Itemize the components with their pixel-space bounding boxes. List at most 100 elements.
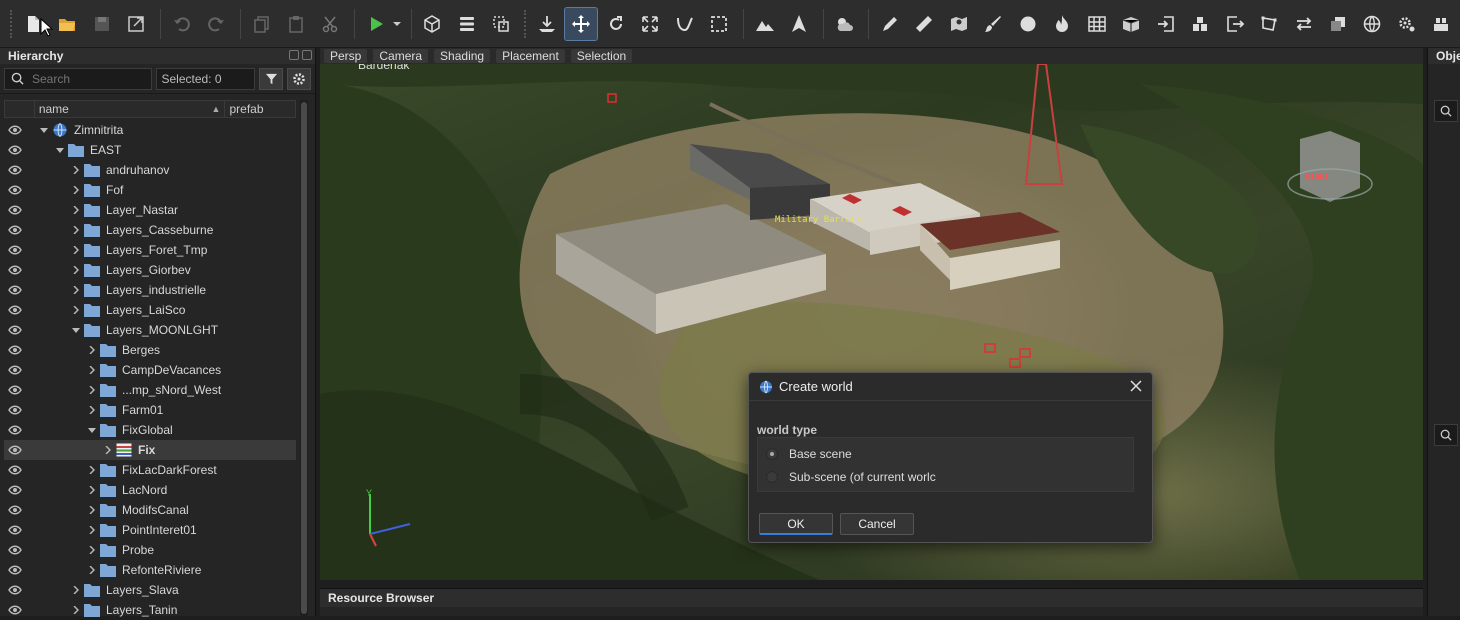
eye-icon[interactable]	[8, 224, 22, 236]
pencil-button[interactable]	[874, 8, 905, 40]
shape-button[interactable]	[1253, 8, 1284, 40]
radio-base-scene[interactable]	[766, 448, 778, 460]
globe-button[interactable]	[1357, 8, 1388, 40]
tree-row[interactable]: ModifsCanal	[4, 500, 296, 520]
hierarchy-search[interactable]	[4, 67, 153, 90]
expand-arrow-right-icon[interactable]	[72, 606, 80, 614]
eye-icon[interactable]	[8, 564, 22, 576]
curve-tool-button[interactable]	[669, 8, 700, 40]
expand-arrow-down-icon[interactable]	[88, 426, 96, 434]
expand-arrow-down-icon[interactable]	[56, 146, 64, 154]
eye-icon[interactable]	[8, 364, 22, 376]
tree-row[interactable]: Berges	[4, 340, 296, 360]
search-input[interactable]	[32, 71, 142, 86]
expand-arrow-right-icon[interactable]	[72, 166, 80, 174]
import-button[interactable]	[1150, 8, 1181, 40]
float-panel-icon[interactable]	[289, 50, 299, 60]
radio-sub-scene[interactable]	[766, 471, 778, 483]
ruler-button[interactable]	[909, 8, 940, 40]
eye-icon[interactable]	[8, 184, 22, 196]
eye-icon[interactable]	[8, 464, 22, 476]
package-button[interactable]	[1115, 8, 1146, 40]
tree-row[interactable]: Layers_Slava	[4, 580, 296, 600]
eye-icon[interactable]	[8, 304, 22, 316]
expand-arrow-down-icon[interactable]	[72, 326, 80, 334]
option-base-scene[interactable]: Base scene	[766, 445, 852, 463]
name-column-header[interactable]: name ▲	[35, 101, 226, 117]
eye-icon[interactable]	[8, 144, 22, 156]
cut-button[interactable]	[315, 8, 346, 40]
copy-button[interactable]	[246, 8, 277, 40]
expand-arrow-right-icon[interactable]	[72, 306, 80, 314]
expand-arrow-right-icon[interactable]	[72, 266, 80, 274]
save-button[interactable]	[86, 8, 117, 40]
eye-icon[interactable]	[8, 504, 22, 516]
weather-button[interactable]	[829, 8, 860, 40]
toolbar-grip[interactable]	[10, 9, 13, 38]
duplicate-button[interactable]	[1322, 8, 1353, 40]
eye-icon[interactable]	[8, 244, 22, 256]
grid-button[interactable]	[1081, 8, 1112, 40]
expand-arrow-right-icon[interactable]	[88, 366, 96, 374]
brush-button[interactable]	[978, 8, 1009, 40]
select-region-button[interactable]	[486, 8, 517, 40]
viewport-tab-persp[interactable]: Persp	[324, 49, 368, 63]
tree-row[interactable]: Layers_industrielle	[4, 280, 296, 300]
expand-arrow-right-icon[interactable]	[88, 486, 96, 494]
more-prefab-button[interactable]	[1426, 8, 1457, 40]
scale-tool-button[interactable]	[634, 8, 665, 40]
tree-row[interactable]: FixGlobal	[4, 420, 296, 440]
tree-row[interactable]: EAST	[4, 140, 296, 160]
filter-button[interactable]	[259, 67, 284, 90]
expand-arrow-right-icon[interactable]	[88, 506, 96, 514]
option-sub-scene[interactable]: Sub-scene (of current worlc	[766, 468, 936, 486]
expand-arrow-right-icon[interactable]	[88, 386, 96, 394]
eye-icon[interactable]	[8, 344, 22, 356]
ok-button[interactable]: OK	[759, 513, 833, 535]
move-tool-button[interactable]	[564, 6, 598, 41]
eye-icon[interactable]	[8, 124, 22, 136]
tree-row[interactable]: Fof	[4, 180, 296, 200]
tree-row[interactable]: Farm01	[4, 400, 296, 420]
eye-icon[interactable]	[8, 324, 22, 336]
expand-arrow-right-icon[interactable]	[88, 406, 96, 414]
tree-row[interactable]: Probe	[4, 540, 296, 560]
eye-icon[interactable]	[8, 584, 22, 596]
tree-row[interactable]: Layers_Tanin	[4, 600, 296, 620]
tree-row[interactable]: ...mp_sNord_West	[4, 380, 296, 400]
viewport-tab-camera[interactable]: Camera	[373, 49, 429, 63]
prefab-column-header[interactable]: prefab	[225, 101, 295, 117]
rotate-tool-button[interactable]	[600, 8, 631, 40]
layers-button[interactable]	[451, 8, 482, 40]
cube-button[interactable]	[417, 8, 448, 40]
swap-button[interactable]	[1288, 8, 1319, 40]
objects-search-button-lower[interactable]	[1434, 424, 1458, 446]
map-marker-button[interactable]	[943, 8, 974, 40]
paste-button[interactable]	[280, 8, 311, 40]
expand-arrow-right-icon[interactable]	[88, 546, 96, 554]
settings-button[interactable]	[1391, 8, 1422, 40]
hierarchy-scrollbar[interactable]	[300, 100, 308, 616]
eye-icon[interactable]	[8, 164, 22, 176]
prefab-button[interactable]	[1184, 8, 1215, 40]
eye-icon[interactable]	[8, 524, 22, 536]
close-panel-icon[interactable]	[302, 50, 312, 60]
expand-arrow-down-icon[interactable]	[40, 126, 48, 134]
expand-arrow-right-icon[interactable]	[72, 586, 80, 594]
export-file-button[interactable]	[1219, 8, 1250, 40]
view-cube-label[interactable]: RIGHT	[1305, 172, 1329, 181]
play-button[interactable]	[360, 8, 391, 40]
expand-arrow-right-icon[interactable]	[88, 526, 96, 534]
fire-button[interactable]	[1047, 8, 1078, 40]
objects-search-button[interactable]	[1434, 100, 1458, 122]
tree-row[interactable]: FixLacDarkForest	[4, 460, 296, 480]
eye-icon[interactable]	[8, 544, 22, 556]
toolbar-grip[interactable]	[524, 9, 527, 38]
tree-row[interactable]: LacNord	[4, 480, 296, 500]
viewport-tab-shading[interactable]: Shading	[434, 49, 491, 63]
tree-row[interactable]: RefonteRiviere	[4, 560, 296, 580]
sphere-button[interactable]	[1012, 8, 1043, 40]
undo-button[interactable]	[166, 8, 197, 40]
redo-button[interactable]	[200, 8, 231, 40]
expand-arrow-right-icon[interactable]	[88, 346, 96, 354]
